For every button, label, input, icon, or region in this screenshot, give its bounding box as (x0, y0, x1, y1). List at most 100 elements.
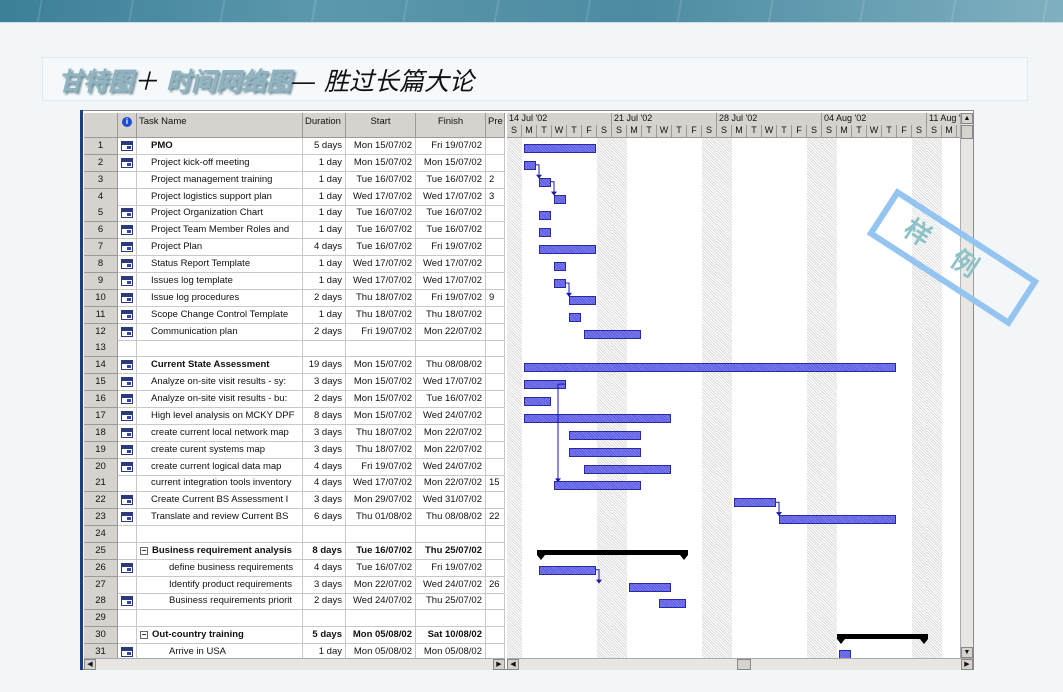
row-number[interactable]: 3 (84, 171, 118, 189)
task-name-cell[interactable]: Project management training (137, 171, 303, 189)
start-cell[interactable]: Mon 15/07/02 (346, 391, 416, 409)
finish-cell[interactable]: Mon 22/07/02 (416, 424, 486, 442)
start-cell[interactable]: Fri 19/07/02 (346, 323, 416, 341)
task-name-cell[interactable]: Identify product requirements (137, 576, 303, 594)
finish-cell[interactable]: Fri 19/07/02 (416, 239, 486, 257)
task-name-cell[interactable]: Business requirements priorit (137, 593, 303, 611)
row-number[interactable]: 5 (84, 205, 118, 223)
duration-cell[interactable]: 5 days (303, 138, 346, 155)
task-name-cell[interactable]: create current local network map (137, 424, 303, 442)
start-cell[interactable]: Mon 15/07/02 (346, 374, 416, 392)
task-name-cell[interactable]: Status Report Template (137, 256, 303, 274)
finish-cell[interactable]: Wed 24/07/02 (416, 407, 486, 425)
duration-cell[interactable]: 4 days (303, 239, 346, 257)
start-cell[interactable] (346, 610, 416, 628)
start-cell[interactable]: Tue 16/07/02 (346, 559, 416, 577)
finish-cell[interactable]: Wed 17/07/02 (416, 188, 486, 206)
predecessors-cell[interactable]: 26 (486, 576, 505, 594)
task-name-cell[interactable]: create curent systems map (137, 441, 303, 459)
collapse-toggle[interactable]: − (140, 631, 148, 640)
finish-cell[interactable]: Thu 08/08/02 (416, 509, 486, 527)
duration-cell[interactable] (303, 610, 346, 628)
finish-cell[interactable]: Wed 24/07/02 (416, 458, 486, 476)
collapse-toggle[interactable]: − (140, 546, 148, 555)
row-number[interactable]: 22 (84, 492, 118, 510)
header-info[interactable]: i (118, 113, 137, 138)
start-cell[interactable]: Thu 18/07/02 (346, 289, 416, 307)
duration-cell[interactable]: 2 days (303, 289, 346, 307)
task-name-cell[interactable]: Analyze on-site visit results - bu: (137, 391, 303, 409)
predecessors-cell[interactable] (486, 424, 505, 442)
row-number[interactable]: 19 (84, 441, 118, 459)
start-cell[interactable]: Thu 01/08/02 (346, 509, 416, 527)
gantt-scroll-left-button[interactable]: ◀ (507, 659, 519, 670)
predecessors-cell[interactable] (486, 627, 505, 645)
duration-cell[interactable]: 8 days (303, 542, 346, 560)
predecessors-cell[interactable] (486, 340, 505, 358)
row-number[interactable]: 29 (84, 610, 118, 628)
predecessors-cell[interactable] (486, 323, 505, 341)
table-horizontal-scrollbar[interactable]: ◀ ▶ (84, 658, 505, 670)
finish-cell[interactable]: Fri 19/07/02 (416, 559, 486, 577)
finish-cell[interactable]: Wed 17/07/02 (416, 272, 486, 290)
finish-cell[interactable]: Tue 16/07/02 (416, 205, 486, 223)
scroll-right-button[interactable]: ▶ (493, 659, 505, 670)
row-number[interactable]: 16 (84, 391, 118, 409)
finish-cell[interactable]: Tue 16/07/02 (416, 222, 486, 240)
task-name-cell[interactable]: − Out-country training (137, 627, 303, 645)
start-cell[interactable]: Mon 29/07/02 (346, 492, 416, 510)
row-number[interactable]: 14 (84, 357, 118, 375)
row-number[interactable]: 25 (84, 542, 118, 560)
predecessors-cell[interactable]: 2 (486, 171, 505, 189)
duration-cell[interactable]: 1 day (303, 222, 346, 240)
task-name-cell[interactable]: create current logical data map (137, 458, 303, 476)
predecessors-cell[interactable] (486, 391, 505, 409)
row-number[interactable]: 24 (84, 526, 118, 543)
task-name-cell[interactable]: Communication plan (137, 323, 303, 341)
start-cell[interactable]: Fri 19/07/02 (346, 458, 416, 476)
task-name-cell[interactable]: Current State Assessment (137, 357, 303, 375)
scroll-down-button[interactable]: ▼ (961, 647, 973, 658)
task-name-cell[interactable]: current integration tools inventory (137, 475, 303, 493)
row-number[interactable]: 21 (84, 475, 118, 493)
start-cell[interactable]: Tue 16/07/02 (346, 542, 416, 560)
start-cell[interactable]: Mon 15/07/02 (346, 138, 416, 155)
duration-cell[interactable]: 4 days (303, 475, 346, 493)
finish-cell[interactable]: Mon 22/07/02 (416, 441, 486, 459)
header-finish[interactable]: Finish (416, 113, 486, 138)
duration-cell[interactable] (303, 526, 346, 543)
finish-cell[interactable]: Thu 25/07/02 (416, 593, 486, 611)
predecessors-cell[interactable]: 15 (486, 475, 505, 493)
header-row-number[interactable] (84, 113, 118, 138)
predecessors-cell[interactable] (486, 256, 505, 274)
header-duration[interactable]: Duration (303, 113, 346, 138)
predecessors-cell[interactable]: 3 (486, 188, 505, 206)
row-number[interactable]: 20 (84, 458, 118, 476)
finish-cell[interactable]: Tue 16/07/02 (416, 171, 486, 189)
duration-cell[interactable]: 1 day (303, 205, 346, 223)
start-cell[interactable]: Tue 16/07/02 (346, 205, 416, 223)
start-cell[interactable]: Mon 15/07/02 (346, 154, 416, 172)
start-cell[interactable]: Wed 17/07/02 (346, 256, 416, 274)
duration-cell[interactable]: 8 days (303, 407, 346, 425)
finish-cell[interactable] (416, 340, 486, 358)
row-number[interactable]: 26 (84, 559, 118, 577)
duration-cell[interactable]: 2 days (303, 391, 346, 409)
scroll-thumb[interactable] (961, 125, 973, 139)
vertical-scrollbar[interactable]: ▲ ▼ (960, 113, 973, 658)
start-cell[interactable]: Mon 05/08/02 (346, 627, 416, 645)
row-number[interactable]: 11 (84, 306, 118, 324)
finish-cell[interactable]: Wed 31/07/02 (416, 492, 486, 510)
predecessors-cell[interactable] (486, 138, 505, 155)
row-number[interactable]: 23 (84, 509, 118, 527)
row-number[interactable]: 27 (84, 576, 118, 594)
start-cell[interactable]: Thu 18/07/02 (346, 441, 416, 459)
start-cell[interactable] (346, 340, 416, 358)
header-start[interactable]: Start (346, 113, 416, 138)
task-name-cell[interactable]: High level analysis on MCKY DPF (137, 407, 303, 425)
task-name-cell[interactable]: − Business requirement analysis (137, 542, 303, 560)
row-number[interactable]: 13 (84, 340, 118, 358)
finish-cell[interactable]: Mon 15/07/02 (416, 154, 486, 172)
task-name-cell[interactable] (137, 340, 303, 358)
row-number[interactable]: 6 (84, 222, 118, 240)
